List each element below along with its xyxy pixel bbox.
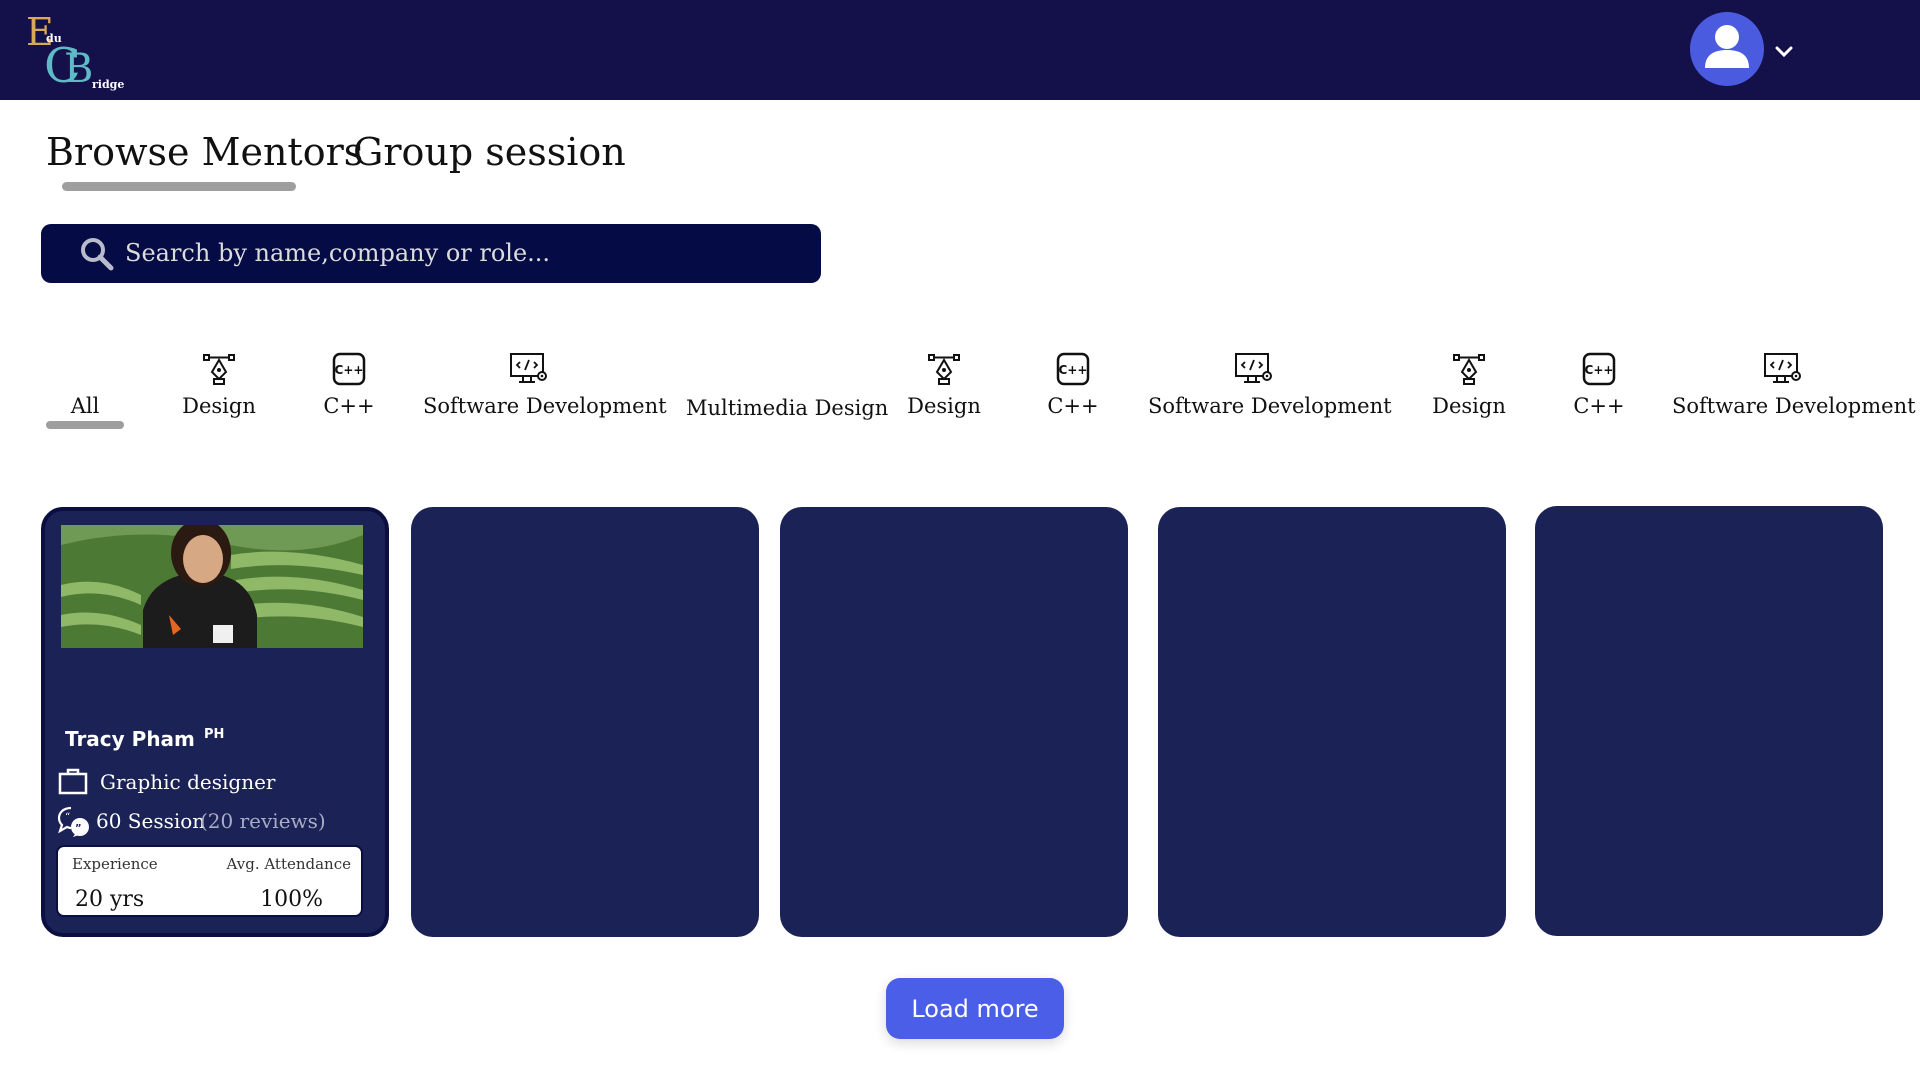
category-label: Multimedia Design <box>686 396 889 420</box>
attendance-value: 100% <box>260 887 323 912</box>
search-input[interactable] <box>125 233 785 273</box>
mentor-country-code: PH <box>204 727 225 742</box>
mentor-card-placeholder[interactable] <box>411 507 759 937</box>
cpp-icon: C++ <box>1056 352 1090 386</box>
mentor-session-count: 60 Session <box>96 809 206 833</box>
mentor-stats-box: Experience Avg. Attendance 20 yrs 100% <box>56 845 363 917</box>
cpp-icon: C++ <box>332 352 366 386</box>
svg-text:C++: C++ <box>335 363 364 377</box>
category-cpp[interactable]: C++ C++ <box>1564 352 1634 422</box>
logo-letter-b: B <box>64 46 94 92</box>
code-monitor-icon <box>1764 353 1801 383</box>
category-label: C++ <box>1047 394 1099 418</box>
svg-text:”: ” <box>75 823 82 834</box>
category-software-development[interactable]: Software Development <box>1672 352 1916 422</box>
mentor-photo <box>61 525 363 648</box>
pen-tool-icon <box>203 354 235 385</box>
search-icon <box>81 238 114 271</box>
pen-tool-icon <box>928 354 960 385</box>
mentor-card-placeholder[interactable] <box>1535 506 1883 936</box>
search-bar[interactable] <box>41 224 821 283</box>
category-label: Design <box>182 394 256 418</box>
category-multimedia-design[interactable]: Multimedia Design <box>686 352 889 422</box>
code-monitor-icon <box>1235 353 1272 383</box>
category-label: C++ <box>323 394 375 418</box>
svg-text:C++: C++ <box>1059 363 1088 377</box>
tab-browse-mentors[interactable]: Browse Mentors <box>46 130 363 174</box>
category-label: Software Development <box>1672 394 1916 418</box>
mentor-name: Tracy Pham <box>65 727 195 751</box>
category-design[interactable]: Design <box>174 352 264 422</box>
pen-tool-icon <box>1453 354 1485 385</box>
cpp-icon: C++ <box>1582 352 1616 386</box>
user-avatar-button[interactable] <box>1690 12 1764 86</box>
tab-group-session[interactable]: Group session <box>353 130 626 174</box>
category-label: Software Development <box>1148 394 1392 418</box>
mentor-review-count: (20 reviews) <box>200 809 326 833</box>
chevron-down-icon[interactable] <box>1775 46 1793 58</box>
top-navbar: E du C B ridge <box>0 0 1920 100</box>
experience-label: Experience <box>72 855 158 873</box>
category-design[interactable]: Design <box>1424 352 1514 422</box>
edubridge-logo[interactable]: E du C B ridge <box>24 10 134 94</box>
logo-text-ridge: ridge <box>92 78 125 91</box>
briefcase-icon <box>58 768 88 795</box>
category-label: C++ <box>1573 394 1625 418</box>
svg-text:“: “ <box>65 812 70 823</box>
code-monitor-icon <box>510 353 547 383</box>
active-tab-indicator <box>62 182 296 191</box>
category-cpp[interactable]: C++ C++ <box>1038 352 1108 422</box>
load-more-button[interactable]: Load more <box>886 978 1064 1039</box>
experience-value: 20 yrs <box>75 887 145 912</box>
category-design[interactable]: Design <box>899 352 989 422</box>
mentor-card-placeholder[interactable] <box>780 507 1128 937</box>
category-label: Software Development <box>423 394 667 418</box>
svg-text:C++: C++ <box>1585 363 1614 377</box>
category-label: All <box>70 394 100 418</box>
mentor-card-placeholder[interactable] <box>1158 507 1506 937</box>
category-label: Design <box>1432 394 1506 418</box>
chat-bubbles-icon: “ ” <box>57 806 89 837</box>
user-avatar-icon <box>1705 25 1749 68</box>
category-software-development[interactable]: Software Development <box>423 352 667 422</box>
attendance-label: Avg. Attendance <box>226 855 351 873</box>
category-all[interactable]: All <box>46 352 124 422</box>
mentor-role: Graphic designer <box>100 770 276 794</box>
active-category-indicator <box>46 421 124 429</box>
category-cpp[interactable]: C++ C++ <box>314 352 384 422</box>
category-software-development[interactable]: Software Development <box>1148 352 1392 422</box>
category-label: Design <box>907 394 981 418</box>
